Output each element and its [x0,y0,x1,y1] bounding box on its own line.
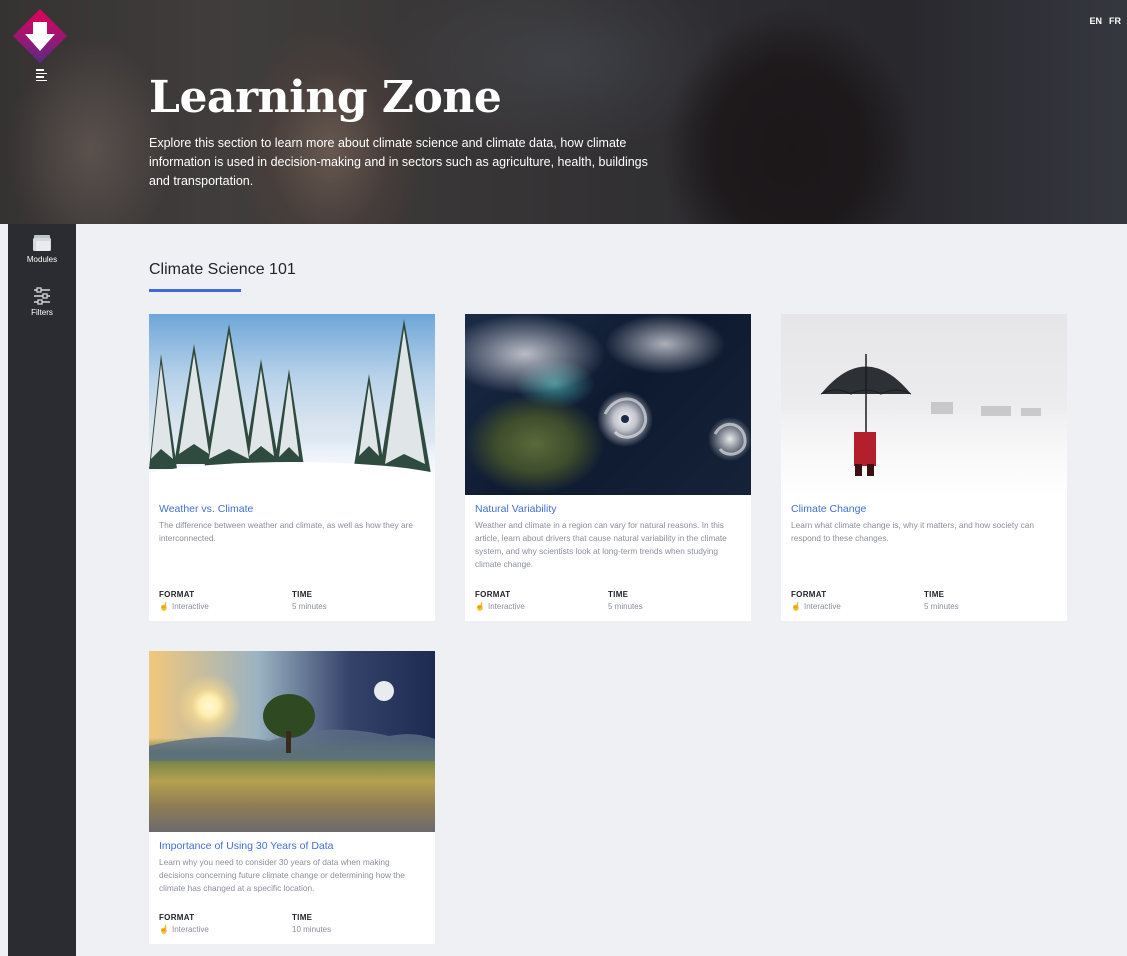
section-underline [149,289,241,292]
hero-banner: Learning Zone Explore this section to le… [0,0,1127,224]
card-body: Weather vs. Climate The difference betwe… [149,495,435,621]
time-column: TIME 10 minutes [292,913,425,934]
card-body: Natural Variability Weather and climate … [465,495,751,621]
time-label: TIME [292,590,313,599]
card-meta: FORMAT ☝ Interactive TIME 5 minutes [791,590,1057,611]
menu-icon[interactable] [36,69,48,81]
language-fr-link[interactable]: FR [1109,16,1121,26]
card-description: Weather and climate in a region can vary… [475,520,727,569]
format-value: ☝ Interactive [159,925,209,934]
hero-description: Explore this section to learn more about… [149,136,648,188]
card-meta: FORMAT ☝ Interactive TIME 10 minutes [159,913,425,934]
module-card-climate-change[interactable]: Climate Change Learn what climate change… [781,314,1067,621]
sidebar-item-filters[interactable]: Filters [8,287,76,317]
format-label: FORMAT [159,590,195,599]
hero-content: Learning Zone Explore this section to le… [149,70,669,191]
card-image-day-night-landscape [149,651,435,832]
hand-pointer-icon: ☝ [159,602,169,611]
section-title: Climate Science 101 [149,261,296,278]
card-image-umbrella-snow [781,314,1067,495]
time-column: TIME 5 minutes [924,590,1057,611]
format-value: ☝ Interactive [475,602,525,611]
card-title[interactable]: Climate Change [791,503,1057,515]
card-description: The difference between weather and clima… [159,520,413,543]
time-value: 5 minutes [924,602,959,611]
time-column: TIME 5 minutes [608,590,741,611]
modules-icon [33,235,51,251]
hand-pointer-icon: ☝ [791,602,801,611]
card-meta: FORMAT ☝ Interactive TIME 5 minutes [475,590,741,611]
format-value: ☝ Interactive [159,602,209,611]
card-title[interactable]: Natural Variability [475,503,741,515]
filters-icon [34,287,50,305]
time-label: TIME [292,913,313,922]
format-label: FORMAT [475,590,511,599]
language-en-link[interactable]: EN [1089,16,1102,26]
card-title[interactable]: Weather vs. Climate [159,503,425,515]
card-body: Importance of Using 30 Years of Data Lea… [149,832,435,944]
module-card-natural-variability[interactable]: Natural Variability Weather and climate … [465,314,751,621]
card-description: Learn why you need to consider 30 years … [159,857,405,893]
hand-pointer-icon: ☝ [159,925,169,934]
time-value: 5 minutes [292,602,327,611]
sidebar-item-modules[interactable]: Modules [8,234,76,264]
format-value: ☝ Interactive [791,602,841,611]
card-meta: FORMAT ☝ Interactive TIME 5 minutes [159,590,425,611]
time-value: 5 minutes [608,602,643,611]
page-title: Learning Zone [149,72,502,123]
sidebar: Modules Filters [8,224,76,956]
module-card-30-years-of-data[interactable]: Importance of Using 30 Years of Data Lea… [149,651,435,944]
time-value: 10 minutes [292,925,332,934]
time-column: TIME 5 minutes [292,590,425,611]
logo-icon[interactable] [11,7,69,65]
hand-pointer-icon: ☝ [475,602,485,611]
card-title[interactable]: Importance of Using 30 Years of Data [159,840,425,852]
format-column: FORMAT ☝ Interactive [159,590,292,611]
language-switcher: EN FR [1089,16,1121,26]
time-label: TIME [924,590,945,599]
format-label: FORMAT [159,913,195,922]
format-label: FORMAT [791,590,827,599]
format-column: FORMAT ☝ Interactive [159,913,292,934]
card-description: Learn what climate change is, why it mat… [791,520,1035,543]
sidebar-item-label: Modules [26,255,58,264]
card-image-hurricanes-earth [465,314,751,495]
card-body: Climate Change Learn what climate change… [781,495,1067,621]
module-card-weather-vs-climate[interactable]: Weather vs. Climate The difference betwe… [149,314,435,621]
time-label: TIME [608,590,629,599]
sidebar-item-label: Filters [31,308,53,317]
format-column: FORMAT ☝ Interactive [791,590,924,611]
card-image-snowy-forest [149,314,435,495]
format-column: FORMAT ☝ Interactive [475,590,608,611]
